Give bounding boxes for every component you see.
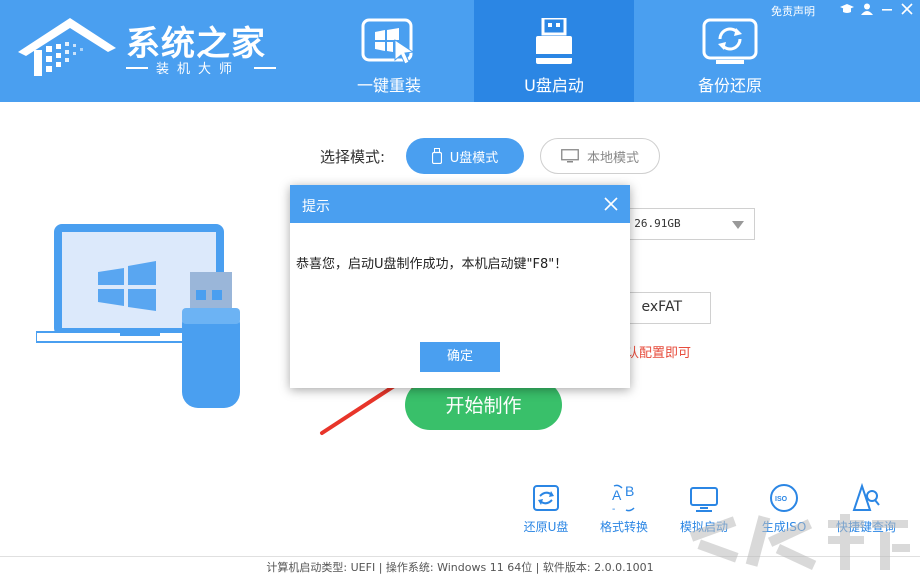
monitor-icon — [561, 149, 579, 163]
tab-label: 一键重装 — [356, 76, 421, 95]
tool-restore-usb[interactable]: 还原U盘 — [506, 480, 586, 540]
tab-one-key-reinstall[interactable]: 一键重装 — [309, 0, 469, 102]
ok-button[interactable]: 确定 — [420, 342, 500, 372]
disclaimer-link[interactable]: 免责声明 — [771, 3, 815, 19]
tool-label: 格式转换 — [599, 520, 648, 534]
usb-mode-label: U盘模式 — [449, 150, 499, 166]
close-icon[interactable] — [900, 3, 914, 15]
dialog-close-icon[interactable] — [602, 195, 620, 213]
house-logo-icon — [18, 18, 116, 76]
filesystem-value: exFAT — [641, 299, 682, 315]
tool-label: 还原U盘 — [523, 520, 569, 534]
dialog-header: 提示 — [290, 185, 630, 223]
app-header: 系统之家 装机大师 一键重装 U盘启动 备份还原 免责声明 — [0, 0, 920, 102]
chevron-down-icon — [732, 221, 744, 229]
divider — [254, 67, 276, 69]
svg-text:A: A — [612, 487, 622, 503]
svg-text:B: B — [625, 483, 634, 499]
brand-subtitle-text: 装机大师 — [155, 62, 240, 77]
format-convert-icon: A B - — [612, 483, 635, 514]
user-icon[interactable] — [860, 3, 874, 15]
config-hint: 认配置即可 — [626, 346, 692, 361]
tab-label: U盘启动 — [524, 76, 584, 95]
windows-cursor-icon — [361, 18, 415, 65]
device-select[interactable]: ) 26.91GB — [612, 208, 755, 240]
tab-label: 备份还原 — [697, 76, 762, 95]
start-making-label: 开始制作 — [445, 395, 522, 417]
local-mode-button[interactable]: 本地模式 — [540, 138, 660, 174]
watermark-logo-icon — [689, 514, 910, 570]
usb-stick-icon — [431, 148, 442, 164]
usb-drive-icon — [536, 18, 572, 64]
minimize-icon[interactable] — [880, 3, 894, 15]
success-dialog: 提示 恭喜您，启动U盘制作成功，本机启动键"F8"！ 确定 — [290, 185, 630, 388]
local-mode-label: 本地模式 — [586, 150, 639, 166]
svg-text:ISO: ISO — [775, 496, 788, 503]
svg-text:-: - — [612, 504, 615, 514]
tool-format-convert[interactable]: A B - 格式转换 — [584, 480, 664, 540]
dialog-title: 提示 — [302, 199, 330, 215]
graduation-cap-icon[interactable] — [840, 3, 854, 15]
dialog-message: 恭喜您，启动U盘制作成功，本机启动键"F8"！ — [296, 257, 568, 272]
mode-label: 选择模式: — [320, 148, 386, 166]
divider — [126, 67, 148, 69]
brand-subtitle: 装机大师 — [126, 58, 276, 77]
usb-mode-button[interactable]: U盘模式 — [406, 138, 524, 174]
laptop-usb-illustration-icon — [36, 224, 240, 408]
tab-usb-boot[interactable]: U盘启动 — [474, 0, 634, 102]
backup-restore-icon — [702, 18, 758, 64]
restore-usb-icon — [533, 485, 559, 511]
